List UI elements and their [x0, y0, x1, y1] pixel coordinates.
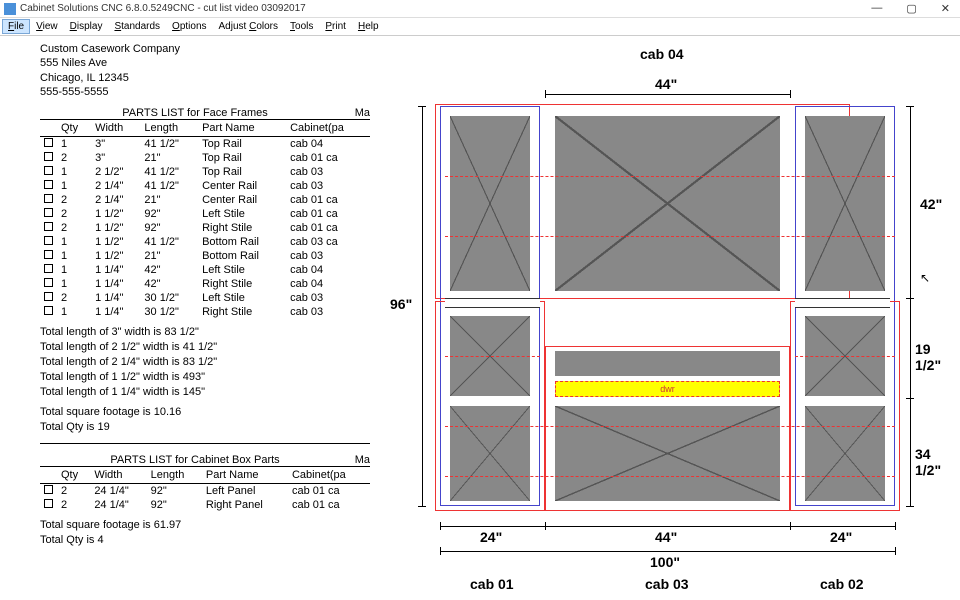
list1-title: PARTS LIST for Face Frames	[40, 107, 350, 119]
dim-top: 44"	[655, 76, 677, 92]
window-controls: — ▢ ✕	[865, 2, 956, 15]
menu-file[interactable]: File	[2, 19, 30, 34]
menubar: File View Display Standards Options Adju…	[0, 18, 960, 36]
dim-btotal: 100"	[650, 554, 680, 570]
table-row: 21 1/4"30 1/2"Left Stilecab 03	[40, 291, 370, 305]
dim-b3: 24"	[830, 529, 852, 545]
checkbox[interactable]	[44, 180, 53, 189]
checkbox[interactable]	[44, 292, 53, 301]
menu-standards[interactable]: Standards	[108, 19, 166, 34]
company-addr: 555 Niles Ave	[40, 56, 370, 70]
minimize-button[interactable]: —	[865, 2, 888, 15]
col-length: Length	[140, 120, 198, 137]
list2-ma: Ma	[350, 454, 370, 466]
titlebar: Cabinet Solutions CNC 6.8.0.5249CNC - cu…	[0, 0, 960, 18]
totals1: Total length of 3" width is 83 1/2" Tota…	[40, 325, 370, 435]
menu-tools[interactable]: Tools	[284, 19, 319, 34]
checkbox[interactable]	[44, 138, 53, 147]
checkbox[interactable]	[44, 208, 53, 217]
table-row: 21 1/2"92"Left Stilecab 01 ca	[40, 207, 370, 221]
panel	[805, 116, 885, 291]
table-row: 23"21"Top Railcab 01 ca	[40, 151, 370, 165]
label-cab02: cab 02	[820, 576, 864, 592]
table-row: 12 1/4"41 1/2"Center Railcab 03	[40, 179, 370, 193]
list2-table: Qty Width Length Part Name Cabinet(pa 22…	[40, 466, 370, 512]
panel	[555, 116, 780, 291]
col-qty: Qty	[57, 120, 91, 137]
checkbox[interactable]	[44, 485, 53, 494]
menu-options[interactable]: Options	[166, 19, 212, 34]
checkbox[interactable]	[44, 250, 53, 259]
checkbox[interactable]	[44, 499, 53, 508]
company-city: Chicago, IL 12345	[40, 71, 370, 85]
checkbox[interactable]	[44, 194, 53, 203]
col-part: Part Name	[198, 120, 286, 137]
company-name: Custom Casework Company	[40, 42, 370, 56]
totals2: Total square footage is 61.97 Total Qty …	[40, 518, 370, 548]
dim-b2: 44"	[655, 529, 677, 545]
dim-b1: 24"	[480, 529, 502, 545]
list2-title: PARTS LIST for Cabinet Box Parts	[40, 454, 350, 466]
close-button[interactable]: ✕	[935, 2, 956, 15]
panel	[450, 116, 530, 291]
table-row: 11 1/4"42"Left Stilecab 04	[40, 263, 370, 277]
label-cab03: cab 03	[645, 576, 689, 592]
table-row: 21 1/2"92"Right Stilecab 01 ca	[40, 221, 370, 235]
drawing: cab 04 44" dwr	[390, 46, 950, 586]
drawing-panel: cab 04 44" dwr	[380, 36, 960, 600]
list1-ma: Ma	[350, 107, 370, 119]
panel	[555, 351, 780, 376]
checkbox[interactable]	[44, 152, 53, 161]
company-block: Custom Casework Company 555 Niles Ave Ch…	[40, 42, 370, 99]
checkbox[interactable]	[44, 306, 53, 315]
checkbox[interactable]	[44, 166, 53, 175]
app-icon	[4, 3, 16, 15]
menu-adjust-colors[interactable]: Adjust Colors	[213, 19, 285, 34]
checkbox[interactable]	[44, 236, 53, 245]
report-panel: Custom Casework Company 555 Niles Ave Ch…	[0, 36, 380, 600]
drawer: dwr	[555, 381, 780, 397]
table-row: 22 1/4"21"Center Railcab 01 ca	[40, 193, 370, 207]
list1-table: Qty Width Length Part Name Cabinet(pa 13…	[40, 119, 370, 319]
list2-title-row: PARTS LIST for Cabinet Box Parts Ma	[40, 454, 370, 466]
table-row: 13"41 1/2"Top Railcab 04	[40, 137, 370, 152]
dim-r2: 19 1/2"	[915, 341, 950, 373]
panel	[555, 406, 780, 501]
col-width: Width	[91, 120, 140, 137]
menu-help[interactable]: Help	[352, 19, 385, 34]
menu-print[interactable]: Print	[319, 19, 352, 34]
maximize-button[interactable]: ▢	[900, 2, 922, 15]
col-cab: Cabinet(pa	[286, 120, 370, 137]
panel	[450, 406, 530, 501]
checkbox[interactable]	[44, 264, 53, 273]
label-cab04: cab 04	[640, 46, 684, 62]
table-row: 11 1/4"42"Right Stilecab 04	[40, 277, 370, 291]
table-row: 11 1/4"30 1/2"Right Stilecab 03	[40, 305, 370, 319]
table-row: 11 1/2"41 1/2"Bottom Railcab 03 ca	[40, 235, 370, 249]
table-row: 12 1/2"41 1/2"Top Railcab 03	[40, 165, 370, 179]
label-cab01: cab 01	[470, 576, 514, 592]
table-row: 224 1/4"92"Left Panelcab 01 ca	[40, 484, 370, 499]
panel	[805, 406, 885, 501]
table-row: 11 1/2"21"Bottom Railcab 03	[40, 249, 370, 263]
cursor-icon: ↖	[920, 271, 930, 285]
window-title: Cabinet Solutions CNC 6.8.0.5249CNC - cu…	[20, 3, 306, 14]
menu-display[interactable]: Display	[64, 19, 109, 34]
checkbox[interactable]	[44, 222, 53, 231]
checkbox[interactable]	[44, 278, 53, 287]
dim-r3: 34 1/2"	[915, 446, 950, 478]
menu-view[interactable]: View	[30, 19, 64, 34]
table-row: 224 1/4"92"Right Panelcab 01 ca	[40, 498, 370, 512]
list1-title-row: PARTS LIST for Face Frames Ma	[40, 107, 370, 119]
dim-r1: 42"	[920, 196, 942, 212]
dim-left: 96"	[390, 296, 412, 312]
company-phone: 555-555-5555	[40, 85, 370, 99]
